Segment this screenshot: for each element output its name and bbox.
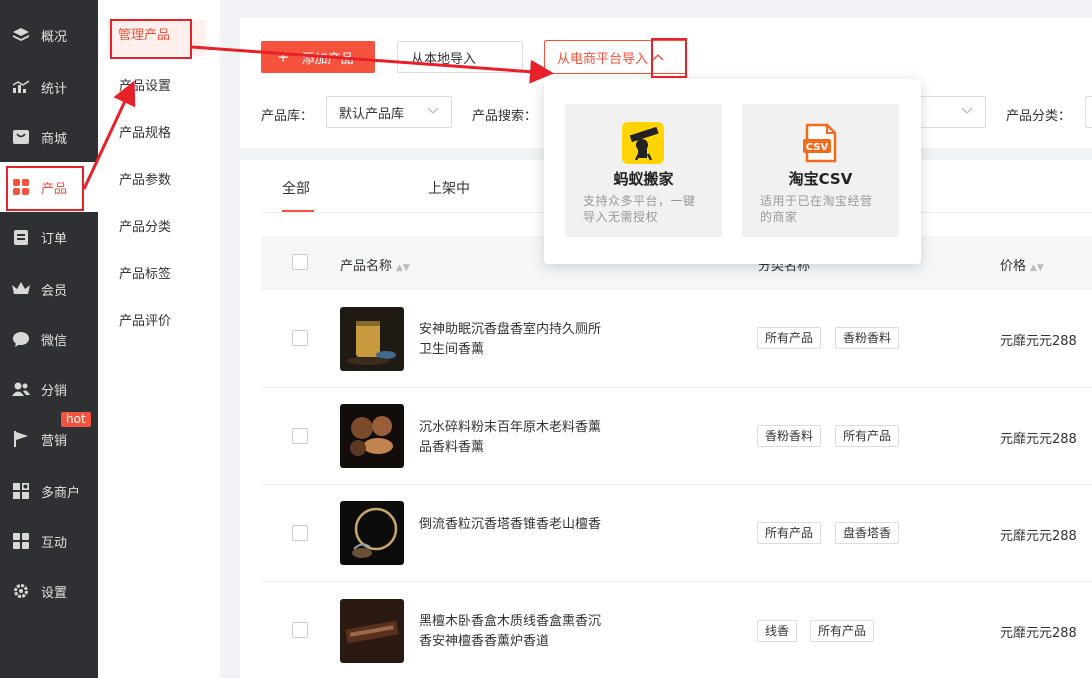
annotation-arrows bbox=[82, 45, 554, 190]
